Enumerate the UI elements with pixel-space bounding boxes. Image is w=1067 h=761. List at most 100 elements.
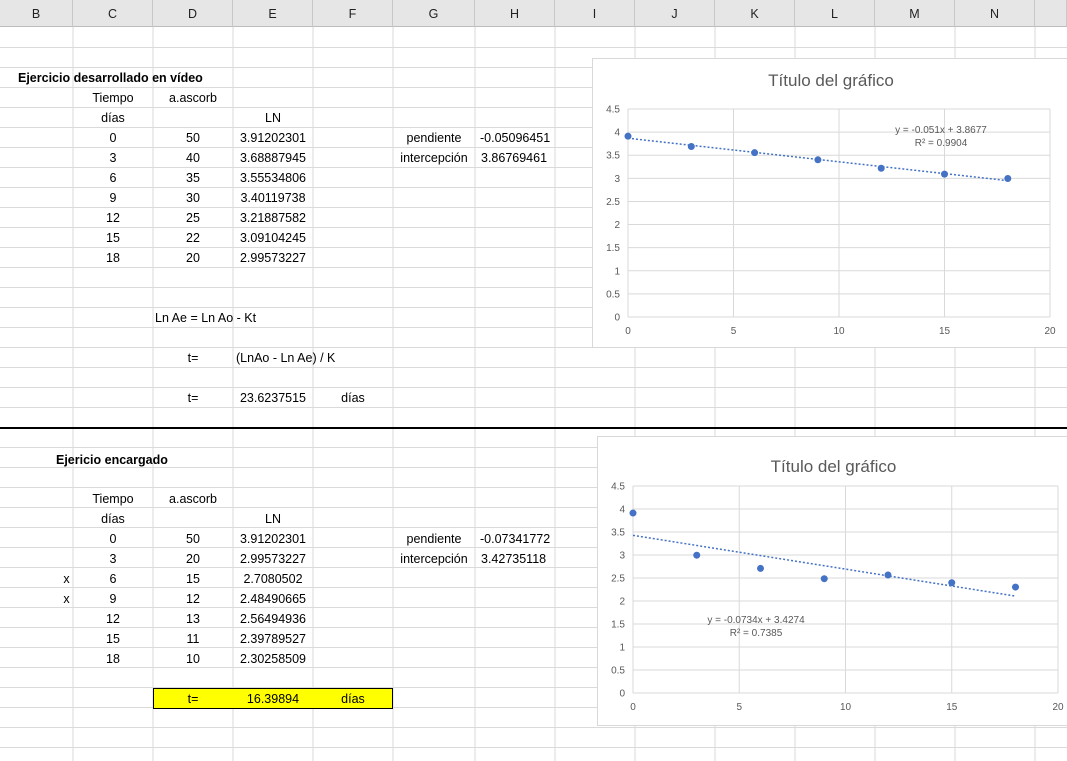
enc-t-value[interactable]: 16.39894 bbox=[233, 689, 313, 709]
video-row-3-tiempo[interactable]: 6 bbox=[73, 168, 153, 188]
x-tick-label: 10 bbox=[840, 702, 852, 713]
video-row-7-ascorb[interactable]: 20 bbox=[153, 248, 233, 268]
column-header-f[interactable]: F bbox=[313, 0, 393, 27]
column-header-b[interactable]: B bbox=[0, 0, 73, 27]
video-row-6-tiempo[interactable]: 15 bbox=[73, 228, 153, 248]
video-pendiente-value[interactable]: -0.05096451 bbox=[480, 128, 550, 148]
data-point bbox=[757, 564, 764, 572]
video-row-3-ascorb[interactable]: 35 bbox=[153, 168, 233, 188]
enc-row-4-ln[interactable]: 2.48490665 bbox=[233, 589, 313, 609]
enc-row-6-ascorb[interactable]: 11 bbox=[153, 629, 233, 649]
enc-row-5-ln[interactable]: 2.56494936 bbox=[233, 609, 313, 629]
enc-row-6-ln[interactable]: 2.39789527 bbox=[233, 629, 313, 649]
video-row-7-ln[interactable]: 2.99573227 bbox=[233, 248, 313, 268]
enc-row-7-ln[interactable]: 2.30258509 bbox=[233, 649, 313, 669]
y-tick-label: 1 bbox=[619, 643, 625, 654]
enc-row-3-tiempo[interactable]: 6 bbox=[73, 569, 153, 589]
section-title-encargado[interactable]: Ejericio encargado bbox=[56, 450, 168, 470]
column-header-e[interactable]: E bbox=[233, 0, 313, 27]
video-row-6-ln[interactable]: 3.09104245 bbox=[233, 228, 313, 248]
scatter-chart-video[interactable]: Título del gráfico 0 0.5 1 1.5 2 2.5 3 3.5 4 4.5 0… bbox=[592, 58, 1067, 348]
video-t-label-2[interactable]: t= bbox=[153, 388, 233, 408]
enc-header-ascorb[interactable]: a.ascorb bbox=[153, 489, 233, 509]
video-row-6-ascorb[interactable]: 22 bbox=[153, 228, 233, 248]
enc-row-1-ascorb[interactable]: 50 bbox=[153, 529, 233, 549]
enc-t-label[interactable]: t= bbox=[153, 689, 233, 709]
video-row-7-tiempo[interactable]: 18 bbox=[73, 248, 153, 268]
enc-t-unit[interactable]: días bbox=[313, 689, 393, 709]
data-point bbox=[877, 164, 885, 172]
column-header-l[interactable]: L bbox=[795, 0, 875, 27]
column-header-h[interactable]: H bbox=[475, 0, 555, 27]
enc-row-2-ln[interactable]: 2.99573227 bbox=[233, 549, 313, 569]
video-intercepcion-label[interactable]: intercepción bbox=[393, 148, 475, 168]
video-row-1-ascorb[interactable]: 50 bbox=[153, 128, 233, 148]
video-row-3-ln[interactable]: 3.55534806 bbox=[233, 168, 313, 188]
data-point bbox=[687, 142, 695, 150]
y-tick-label: 1 bbox=[614, 266, 620, 277]
header-ln[interactable]: LN bbox=[233, 108, 313, 128]
data-point bbox=[693, 551, 701, 559]
header-ascorb[interactable]: a.ascorb bbox=[153, 88, 233, 108]
video-pendiente-label[interactable]: pendiente bbox=[393, 128, 475, 148]
video-row-1-ln[interactable]: 3.91202301 bbox=[233, 128, 313, 148]
enc-header-dias[interactable]: días bbox=[73, 509, 153, 529]
enc-pendiente-label[interactable]: pendiente bbox=[393, 529, 475, 549]
enc-row-4-ascorb[interactable]: 12 bbox=[153, 589, 233, 609]
enc-row-2-ascorb[interactable]: 20 bbox=[153, 549, 233, 569]
enc-row-7-tiempo[interactable]: 18 bbox=[73, 649, 153, 669]
enc-header-tiempo[interactable]: Tiempo bbox=[73, 489, 153, 509]
enc-row-2-tiempo[interactable]: 3 bbox=[73, 549, 153, 569]
enc-pendiente-value[interactable]: -0.07341772 bbox=[480, 529, 550, 549]
column-header-g[interactable]: G bbox=[393, 0, 475, 27]
video-t-unit[interactable]: días bbox=[313, 388, 393, 408]
column-header-j[interactable]: J bbox=[635, 0, 715, 27]
column-header-m[interactable]: M bbox=[875, 0, 955, 27]
enc-row-3-ln[interactable]: 2.7080502 bbox=[233, 569, 313, 589]
video-row-1-tiempo[interactable]: 0 bbox=[73, 128, 153, 148]
enc-intercepcion-label[interactable]: intercepción bbox=[393, 549, 475, 569]
enc-row-5-tiempo[interactable]: 12 bbox=[73, 609, 153, 629]
video-intercepcion-value[interactable]: 3.86769461 bbox=[481, 148, 547, 168]
trendline-r2: R² = 0.9904 bbox=[915, 138, 968, 149]
enc-row-6-tiempo[interactable]: 15 bbox=[73, 629, 153, 649]
video-row-5-ln[interactable]: 3.21887582 bbox=[233, 208, 313, 228]
x-tick-label: 15 bbox=[946, 702, 958, 713]
enc-row-4-tiempo[interactable]: 9 bbox=[73, 589, 153, 609]
video-row-4-tiempo[interactable]: 9 bbox=[73, 188, 153, 208]
video-row-2-ln[interactable]: 3.68887945 bbox=[233, 148, 313, 168]
video-t-label-1[interactable]: t= bbox=[153, 348, 233, 368]
enc-row-5-ascorb[interactable]: 13 bbox=[153, 609, 233, 629]
column-header-i[interactable]: I bbox=[555, 0, 635, 27]
data-point bbox=[751, 149, 759, 157]
formula-t[interactable]: (LnAo - Ln Ae) / K bbox=[236, 348, 335, 368]
enc-row-1-tiempo[interactable]: 0 bbox=[73, 529, 153, 549]
section-title-video[interactable]: Ejercicio desarrollado en vídeo bbox=[18, 68, 203, 88]
column-header-c[interactable]: C bbox=[73, 0, 153, 27]
column-header-n[interactable]: N bbox=[955, 0, 1035, 27]
column-header-k[interactable]: K bbox=[715, 0, 795, 27]
spreadsheet[interactable]: B C D E F G H I J K L M N Ejercicio desa… bbox=[0, 0, 1067, 761]
video-row-2-ascorb[interactable]: 40 bbox=[153, 148, 233, 168]
video-row-5-ascorb[interactable]: 25 bbox=[153, 208, 233, 228]
data-point bbox=[814, 156, 822, 164]
enc-row-1-ln[interactable]: 3.91202301 bbox=[233, 529, 313, 549]
enc-header-ln[interactable]: LN bbox=[233, 509, 313, 529]
scatter-chart-encargado[interactable]: Título del gráfico 0 0.5 1 1.5 2 2.5 3 3.5 4 4.5 0… bbox=[597, 436, 1067, 726]
y-tick-label: 3.5 bbox=[606, 151, 620, 162]
video-row-4-ascorb[interactable]: 30 bbox=[153, 188, 233, 208]
video-row-5-tiempo[interactable]: 12 bbox=[73, 208, 153, 228]
enc-row-7-ascorb[interactable]: 10 bbox=[153, 649, 233, 669]
enc-row-3-ascorb[interactable]: 15 bbox=[153, 569, 233, 589]
x-tick-label: 20 bbox=[1052, 702, 1064, 713]
video-row-2-tiempo[interactable]: 3 bbox=[73, 148, 153, 168]
y-tick-label: 4 bbox=[619, 505, 625, 516]
header-tiempo[interactable]: Tiempo bbox=[73, 88, 153, 108]
column-header-o[interactable] bbox=[1035, 0, 1067, 27]
header-dias[interactable]: días bbox=[73, 108, 153, 128]
video-row-4-ln[interactable]: 3.40119738 bbox=[233, 188, 313, 208]
formula-ln-ae[interactable]: Ln Ae = Ln Ao - Kt bbox=[155, 308, 256, 328]
column-header-d[interactable]: D bbox=[153, 0, 233, 27]
video-t-value[interactable]: 23.6237515 bbox=[233, 388, 313, 408]
enc-intercepcion-value[interactable]: 3.42735118 bbox=[481, 549, 546, 569]
